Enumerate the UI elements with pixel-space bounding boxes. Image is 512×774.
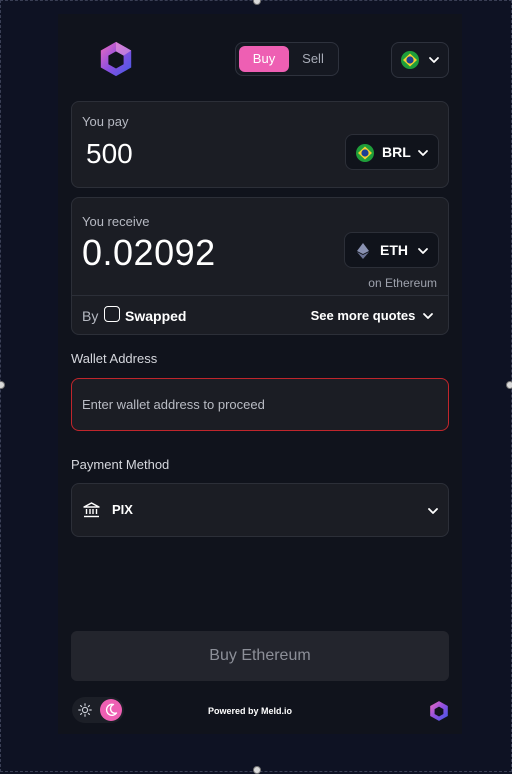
receive-currency-code: ETH (380, 242, 408, 258)
tab-sell[interactable]: Sell (290, 46, 336, 72)
resize-handle-right[interactable] (506, 381, 512, 389)
pay-currency-selector[interactable]: BRL (345, 134, 439, 170)
chevron-down-icon (428, 508, 438, 514)
bank-icon (83, 502, 100, 518)
buy-ethereum-button[interactable]: Buy Ethereum (71, 631, 449, 681)
provider-row: By Swapped See more quotes (72, 295, 448, 336)
powered-by-label: Powered by Meld.io (208, 706, 293, 716)
buy-sell-toggle: Buy Sell (235, 42, 339, 76)
swapped-logo-icon (104, 306, 120, 322)
wallet-address-label: Wallet Address (71, 351, 158, 366)
theme-toggle[interactable] (72, 697, 124, 723)
meld-logo-icon (430, 701, 448, 721)
provider-name: Swapped (125, 308, 187, 324)
tab-buy[interactable]: Buy (239, 46, 289, 72)
chevron-down-icon (429, 57, 439, 63)
provider-by-label: By (82, 308, 99, 324)
brazil-flag-icon (356, 144, 374, 162)
resize-handle-bottom[interactable] (253, 766, 261, 774)
sun-icon[interactable] (78, 703, 92, 717)
see-more-quotes-label: See more quotes (310, 308, 416, 323)
moon-icon (105, 703, 118, 716)
pay-amount-input[interactable]: 500 (86, 138, 133, 170)
brazil-flag-icon (401, 51, 419, 69)
country-selector[interactable] (391, 42, 449, 78)
receive-card: You receive 0.02092 ETH on Ethereum By S… (71, 197, 449, 335)
pay-card: You pay 500 BRL (71, 101, 449, 188)
wallet-address-input[interactable] (71, 378, 449, 431)
payment-method-value: PIX (112, 502, 133, 517)
onramp-widget: Buy Sell You pay 500 BRL You receive 0.0… (58, 14, 462, 734)
receive-currency-selector[interactable]: ETH (344, 232, 439, 268)
receive-label: You receive (82, 214, 150, 229)
network-label: on Ethereum (368, 276, 437, 290)
payment-method-selector[interactable]: PIX (71, 483, 449, 537)
chevron-down-icon (418, 248, 428, 254)
ethereum-icon (357, 243, 369, 259)
chevron-down-icon (418, 150, 428, 156)
meld-logo-icon (100, 41, 132, 77)
receive-amount: 0.02092 (82, 232, 216, 273)
see-more-quotes-button[interactable]: See more quotes (311, 308, 434, 323)
chevron-down-icon (423, 313, 433, 319)
payment-method-label: Payment Method (71, 457, 170, 472)
pay-currency-code: BRL (382, 144, 411, 160)
dark-mode-button[interactable] (100, 699, 122, 721)
pay-label: You pay (82, 114, 129, 129)
